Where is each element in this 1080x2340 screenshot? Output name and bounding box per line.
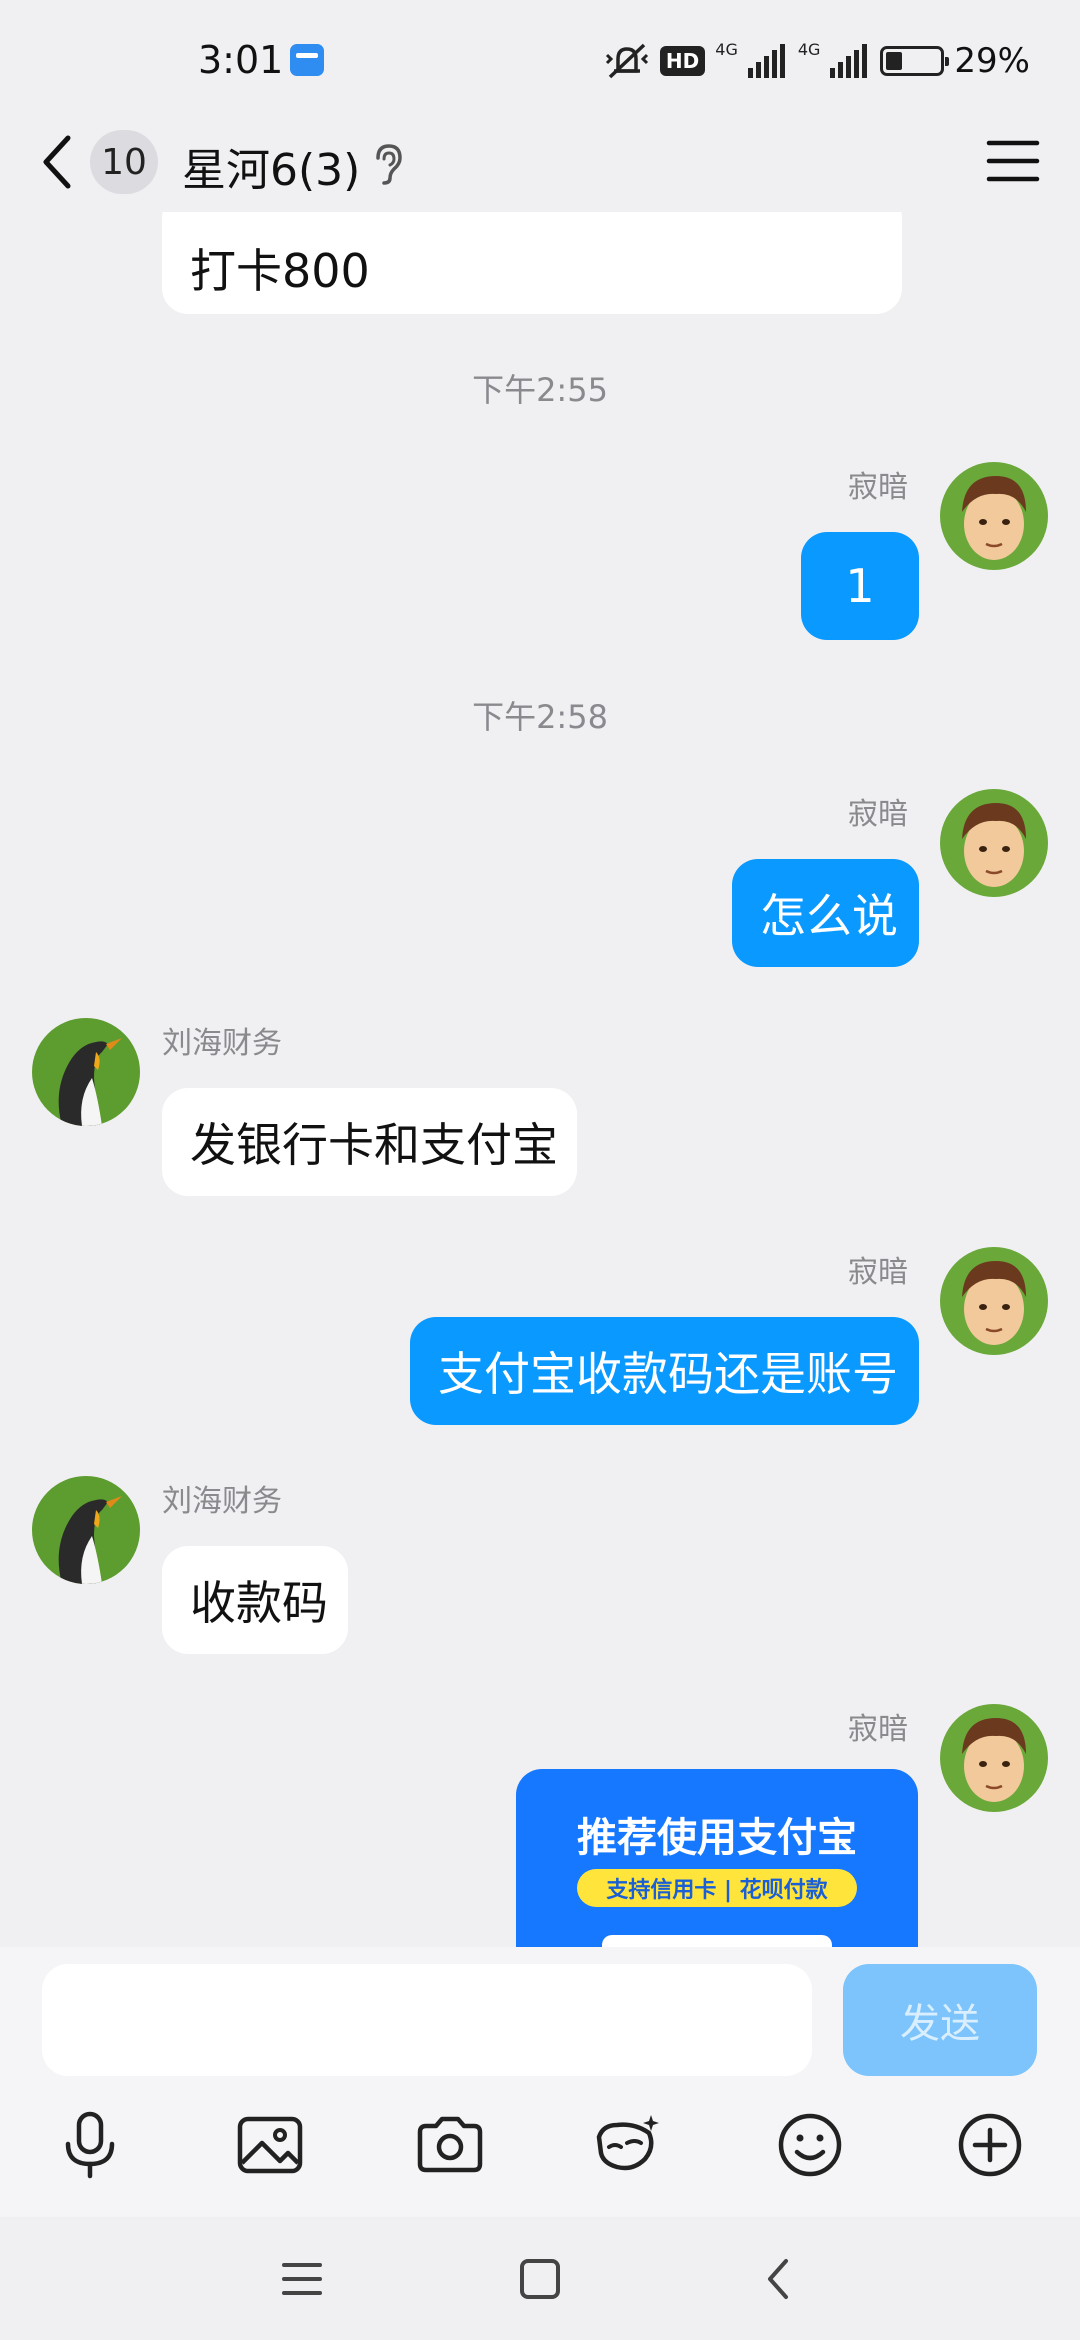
status-time: 3:01 (198, 38, 284, 82)
ai-sparkle-icon[interactable] (588, 2105, 668, 2185)
plus-icon[interactable] (950, 2105, 1030, 2185)
promo-qr-card (602, 1935, 832, 1947)
message-input[interactable] (42, 1964, 812, 2076)
message-list[interactable]: 打卡800 下午2:55 寂暗 1 下午2:58 寂暗 怎么说 刘海财务 发银行… (0, 212, 1080, 1947)
battery-percent: 29% (954, 41, 1030, 81)
unread-count-badge[interactable]: 10 (90, 130, 158, 194)
composer: 发送 (0, 1947, 1080, 2217)
promo-title: 推荐使用支付宝 (577, 1815, 857, 1861)
message-text: 支付宝收款码还是账号 (438, 1347, 898, 1401)
image-icon[interactable] (230, 2105, 310, 2185)
message-bubble[interactable]: 收款码 (162, 1546, 348, 1654)
send-button[interactable]: 发送 (843, 1964, 1037, 2076)
chat-header: 10 星河6(3) (0, 112, 1080, 212)
message-bubble[interactable]: 支付宝收款码还是账号 (410, 1317, 919, 1425)
avatar-self[interactable] (940, 1704, 1048, 1812)
message-text: 发银行卡和支付宝 (190, 1118, 558, 1172)
avatar-image (940, 462, 1048, 570)
microphone-icon[interactable] (50, 2105, 130, 2185)
sender-name: 寂暗 (848, 797, 908, 832)
recents-icon[interactable] (272, 2249, 332, 2309)
avatar-image (940, 789, 1048, 897)
network-type-label: 4G (715, 39, 738, 59)
avatar-self[interactable] (940, 462, 1048, 570)
wallet-notification-icon (290, 44, 324, 76)
message-text: 1 (845, 559, 875, 613)
image-message-alipay-promo[interactable]: 推荐使用支付宝 支持信用卡 | 花呗付款 (516, 1769, 918, 1947)
avatar-contact[interactable] (32, 1018, 140, 1126)
timestamp: 下午2:58 (472, 698, 608, 736)
composer-toolbar (0, 2105, 1080, 2195)
message-bubble[interactable]: 怎么说 (732, 859, 919, 967)
mute-vibrate-icon (605, 43, 648, 79)
emoji-icon[interactable] (770, 2105, 850, 2185)
sender-name: 刘海财务 (162, 1484, 282, 1519)
message-text: 收款码 (190, 1576, 328, 1630)
network-type-label-2: 4G (797, 39, 821, 59)
camera-icon[interactable] (410, 2105, 490, 2185)
signal-icon-2 (830, 44, 868, 78)
sender-name: 刘海财务 (162, 1026, 282, 1061)
timestamp: 下午2:55 (472, 371, 608, 409)
menu-icon[interactable] (986, 138, 1040, 184)
avatar-self[interactable] (940, 1247, 1048, 1355)
home-icon[interactable] (510, 2249, 570, 2309)
status-indicators: HD 4G 4G 29% (604, 38, 1030, 84)
sender-name: 寂暗 (848, 470, 908, 505)
avatar-image (940, 1704, 1048, 1812)
sender-name: 寂暗 (848, 1255, 908, 1290)
message-text: 打卡800 (190, 244, 370, 298)
message-text: 怎么说 (760, 889, 898, 943)
avatar-image (940, 1247, 1048, 1355)
battery-icon (880, 46, 950, 76)
message-bubble[interactable]: 打卡800 (162, 212, 902, 314)
ear-icon[interactable] (370, 142, 406, 186)
chat-title[interactable]: 星河6(3) (182, 134, 360, 198)
message-bubble[interactable]: 发银行卡和支付宝 (162, 1088, 577, 1196)
sender-name: 寂暗 (848, 1712, 908, 1747)
avatar-self[interactable] (940, 789, 1048, 897)
avatar-image (32, 1018, 140, 1126)
signal-icon (747, 44, 785, 78)
back-button[interactable] (34, 130, 84, 194)
hd-badge: HD (659, 46, 706, 76)
system-nav-bar (0, 2217, 1080, 2340)
status-bar: 3:01 HD 4G 4G 29% (0, 0, 1080, 122)
promo-subtitle: 支持信用卡 | 花呗付款 (577, 1869, 857, 1907)
avatar-image (32, 1476, 140, 1584)
back-icon[interactable] (748, 2249, 808, 2309)
avatar-contact[interactable] (32, 1476, 140, 1584)
message-bubble[interactable]: 1 (801, 532, 919, 640)
